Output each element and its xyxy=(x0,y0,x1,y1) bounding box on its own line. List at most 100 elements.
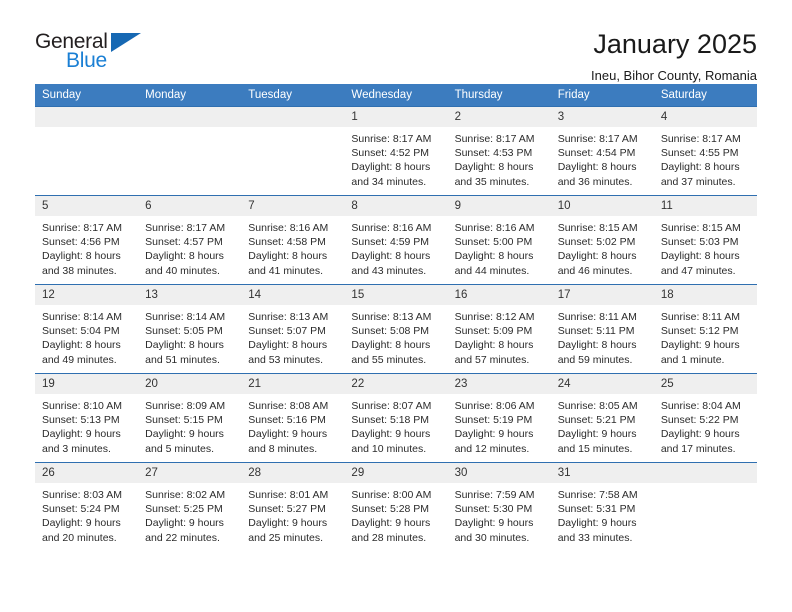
calendar-page: General Blue January 2025 Ineu, Bihor Co… xyxy=(0,0,792,612)
weekday-header-monday: Monday xyxy=(138,84,242,107)
daylight-duration-line1: Daylight: 9 hours xyxy=(248,428,328,441)
sunset-time: Sunset: 5:02 PM xyxy=(557,236,636,249)
daylight-duration-line1: Daylight: 9 hours xyxy=(145,428,224,441)
day-details: Sunrise: 8:08 AM Sunset: 5:16 PM Daylight:… xyxy=(241,394,344,456)
calendar-day-cell[interactable]: 2 Sunrise: 8:17 AM Sunset: 4:53 PM Daylight… xyxy=(447,106,551,196)
day-number: 26 xyxy=(35,463,139,483)
calendar-day-cell[interactable]: 24 Sunrise: 8:05 AM Sunset: 5:21 PM Dayligh… xyxy=(550,373,654,463)
day-number: 16 xyxy=(447,285,551,305)
sunrise-time: Sunrise: 8:11 AM xyxy=(557,311,637,323)
sunset-time: Sunset: 5:24 PM xyxy=(42,503,120,516)
daylight-duration-line1: Daylight: 8 hours xyxy=(454,161,534,174)
calendar-day-cell[interactable]: 1 Sunrise: 8:17 AM Sunset: 4:52 PM Daylight… xyxy=(344,106,448,196)
daylight-duration-line1: Daylight: 8 hours xyxy=(145,339,224,352)
day-number: 5 xyxy=(35,196,139,216)
day-details: Sunrise: 8:17 AM Sunset: 4:54 PM Daylight:… xyxy=(551,127,654,189)
sunset-time: Sunset: 5:13 PM xyxy=(42,414,120,427)
sunrise-time: Sunrise: 8:09 AM xyxy=(145,400,226,412)
daylight-duration-line1: Daylight: 9 hours xyxy=(42,517,121,530)
daylight-duration-line2: and 55 minutes. xyxy=(351,353,427,366)
calendar-day-cell[interactable]: 18 Sunrise: 8:11 AM Sunset: 5:12 PM Dayligh… xyxy=(653,284,757,374)
day-number: 23 xyxy=(447,374,551,394)
month-calendar-table: Sunday Monday Tuesday Wednesday Thursday Frid… xyxy=(35,84,757,552)
daylight-duration-line2: and 30 minutes. xyxy=(454,531,530,544)
sunrise-time: Sunrise: 8:13 AM xyxy=(248,311,329,323)
calendar-day-cell[interactable]: 21 Sunrise: 8:08 AM Sunset: 5:16 PM Dayligh… xyxy=(241,373,345,463)
calendar-day-cell[interactable]: 28 Sunrise: 8:01 AM Sunset: 5:27 PM Dayligh… xyxy=(241,462,345,552)
sunset-time: Sunset: 5:04 PM xyxy=(42,325,120,338)
sunrise-time: Sunrise: 7:59 AM xyxy=(454,489,535,501)
daylight-duration-line1: Daylight: 9 hours xyxy=(454,428,534,441)
calendar-day-cell[interactable]: 22 Sunrise: 8:07 AM Sunset: 5:18 PM Dayligh… xyxy=(344,373,448,463)
day-details: Sunrise: 8:04 AM Sunset: 5:22 PM Daylight:… xyxy=(654,394,757,456)
daylight-duration-line2: and 34 minutes. xyxy=(351,175,427,188)
day-details: Sunrise: 8:13 AM Sunset: 5:08 PM Daylight:… xyxy=(344,305,447,367)
day-number xyxy=(653,463,757,483)
calendar-day-cell[interactable]: 16 Sunrise: 8:12 AM Sunset: 5:09 PM Dayligh… xyxy=(447,284,551,374)
sunrise-time: Sunrise: 8:16 AM xyxy=(351,222,432,234)
sunset-time: Sunset: 4:55 PM xyxy=(660,147,739,160)
calendar-day-cell-empty xyxy=(653,462,757,552)
day-number: 29 xyxy=(344,463,448,483)
calendar-day-cell[interactable]: 31 Sunrise: 7:58 AM Sunset: 5:31 PM Dayligh… xyxy=(550,462,654,552)
daylight-duration-line2: and 3 minutes. xyxy=(42,442,111,455)
daylight-duration-line1: Daylight: 8 hours xyxy=(351,250,431,263)
sunrise-time: Sunrise: 8:03 AM xyxy=(42,489,122,501)
calendar-day-cell[interactable]: 15 Sunrise: 8:13 AM Sunset: 5:08 PM Dayligh… xyxy=(344,284,448,374)
weekday-header-tuesday: Tuesday xyxy=(241,84,345,107)
calendar-day-cell[interactable]: 27 Sunrise: 8:02 AM Sunset: 5:25 PM Dayligh… xyxy=(138,462,242,552)
calendar-day-cell[interactable]: 4 Sunrise: 8:17 AM Sunset: 4:55 PM Daylight… xyxy=(653,106,757,196)
calendar-day-cell[interactable]: 30 Sunrise: 7:59 AM Sunset: 5:30 PM Dayligh… xyxy=(447,462,551,552)
sunrise-time: Sunrise: 8:08 AM xyxy=(248,400,329,412)
calendar-day-cell[interactable]: 23 Sunrise: 8:06 AM Sunset: 5:19 PM Dayligh… xyxy=(447,373,551,463)
sunset-time: Sunset: 5:30 PM xyxy=(454,503,533,516)
calendar-day-cell[interactable]: 11 Sunrise: 8:15 AM Sunset: 5:03 PM Dayligh… xyxy=(653,195,757,285)
calendar-day-cell[interactable]: 12 Sunrise: 8:14 AM Sunset: 5:04 PM Dayligh… xyxy=(35,284,139,374)
day-details: Sunrise: 8:17 AM Sunset: 4:57 PM Daylight:… xyxy=(138,216,241,278)
sunset-time: Sunset: 4:52 PM xyxy=(351,147,430,160)
calendar-day-cell[interactable]: 29 Sunrise: 8:00 AM Sunset: 5:28 PM Dayligh… xyxy=(344,462,448,552)
calendar-day-cell[interactable]: 3 Sunrise: 8:17 AM Sunset: 4:54 PM Daylight… xyxy=(550,106,654,196)
daylight-duration-line1: Daylight: 8 hours xyxy=(248,339,328,352)
calendar-day-cell[interactable]: 9 Sunrise: 8:16 AM Sunset: 5:00 PM Daylight… xyxy=(447,195,551,285)
sunrise-time: Sunrise: 7:58 AM xyxy=(557,489,638,501)
day-details: Sunrise: 8:17 AM Sunset: 4:53 PM Daylight:… xyxy=(448,127,551,189)
daylight-duration-line2: and 28 minutes. xyxy=(351,531,427,544)
day-number: 9 xyxy=(447,196,551,216)
sunset-time: Sunset: 5:28 PM xyxy=(351,503,430,516)
calendar-day-cell[interactable]: 6 Sunrise: 8:17 AM Sunset: 4:57 PM Daylight… xyxy=(138,195,242,285)
sunset-time: Sunset: 5:16 PM xyxy=(248,414,326,427)
generalblue-logo[interactable]: General Blue xyxy=(35,30,145,76)
day-details: Sunrise: 8:02 AM Sunset: 5:25 PM Daylight:… xyxy=(138,483,241,545)
calendar-day-cell[interactable]: 8 Sunrise: 8:16 AM Sunset: 4:59 PM Daylight… xyxy=(344,195,448,285)
sunset-time: Sunset: 5:15 PM xyxy=(145,414,223,427)
calendar-day-cell[interactable]: 20 Sunrise: 8:09 AM Sunset: 5:15 PM Dayligh… xyxy=(138,373,242,463)
calendar-day-cell[interactable]: 10 Sunrise: 8:15 AM Sunset: 5:02 PM Dayligh… xyxy=(550,195,654,285)
day-number: 30 xyxy=(447,463,551,483)
sunrise-time: Sunrise: 8:14 AM xyxy=(145,311,226,323)
calendar-day-cell-empty xyxy=(241,106,345,196)
sunrise-time: Sunrise: 8:11 AM xyxy=(660,311,741,323)
calendar-day-cell[interactable]: 7 Sunrise: 8:16 AM Sunset: 4:58 PM Daylight… xyxy=(241,195,345,285)
day-details: Sunrise: 8:01 AM Sunset: 5:27 PM Daylight:… xyxy=(241,483,344,545)
calendar-day-cell[interactable]: 17 Sunrise: 8:11 AM Sunset: 5:11 PM Dayligh… xyxy=(550,284,654,374)
daylight-duration-line1: Daylight: 9 hours xyxy=(660,428,740,441)
calendar-day-cell[interactable]: 5 Sunrise: 8:17 AM Sunset: 4:56 PM Daylight… xyxy=(35,195,139,285)
daylight-duration-line2: and 46 minutes. xyxy=(557,264,633,277)
calendar-day-cell[interactable]: 26 Sunrise: 8:03 AM Sunset: 5:24 PM Dayligh… xyxy=(35,462,139,552)
sunrise-time: Sunrise: 8:07 AM xyxy=(351,400,432,412)
sunset-time: Sunset: 4:56 PM xyxy=(42,236,120,249)
day-number: 17 xyxy=(550,285,654,305)
daylight-duration-line2: and 40 minutes. xyxy=(145,264,220,277)
day-details: Sunrise: 8:06 AM Sunset: 5:19 PM Daylight:… xyxy=(448,394,551,456)
calendar-week-row: 5 Sunrise: 8:17 AM Sunset: 4:56 PM Daylight… xyxy=(35,195,757,285)
daylight-duration-line2: and 5 minutes. xyxy=(145,442,215,455)
calendar-day-cell[interactable]: 25 Sunrise: 8:04 AM Sunset: 5:22 PM Dayligh… xyxy=(653,373,757,463)
sunset-time: Sunset: 4:53 PM xyxy=(454,147,533,160)
title-block: January 2025 Ineu, Bihor County, Romania xyxy=(145,30,757,84)
day-details: Sunrise: 7:58 AM Sunset: 5:31 PM Daylight:… xyxy=(551,483,654,545)
calendar-day-cell[interactable]: 13 Sunrise: 8:14 AM Sunset: 5:05 PM Dayligh… xyxy=(138,284,242,374)
calendar-day-cell[interactable]: 14 Sunrise: 8:13 AM Sunset: 5:07 PM Dayligh… xyxy=(241,284,345,374)
sunset-time: Sunset: 5:22 PM xyxy=(660,414,739,427)
calendar-day-cell[interactable]: 19 Sunrise: 8:10 AM Sunset: 5:13 PM Dayligh… xyxy=(35,373,139,463)
